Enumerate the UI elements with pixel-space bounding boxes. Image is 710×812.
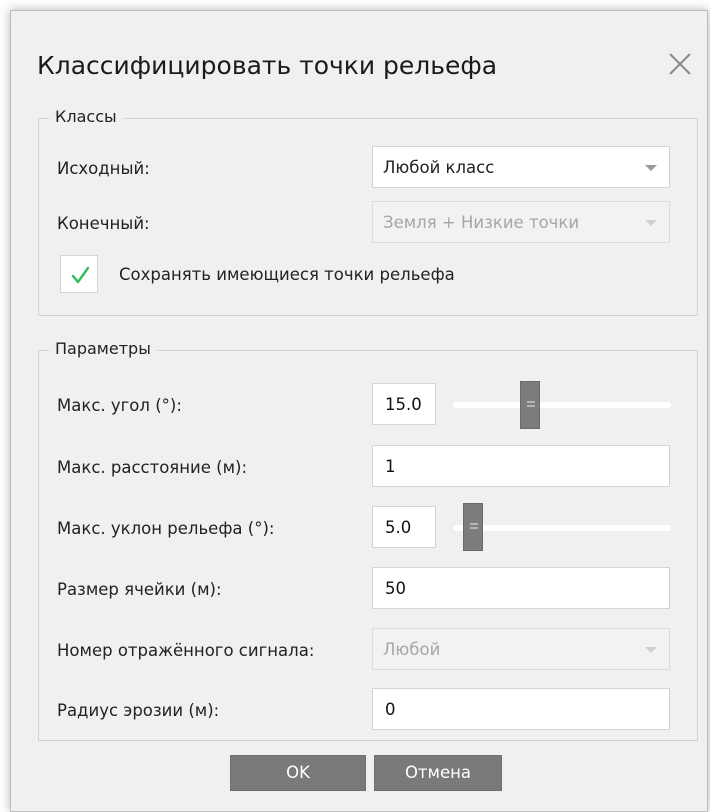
cell-size-value: 50 <box>385 579 406 598</box>
params-group-caption: Параметры <box>49 339 157 358</box>
cancel-button[interactable]: Отмена <box>374 755 502 791</box>
keep-existing-label[interactable]: Сохранять имеющиеся точки рельефа <box>119 265 455 284</box>
max-distance-input[interactable]: 1 <box>372 445 670 487</box>
source-class-select[interactable]: Любой класс <box>372 146 670 188</box>
max-slope-label: Макс. уклон рельефа (°): <box>57 519 275 538</box>
erosion-radius-label: Радиус эрозии (м): <box>57 701 220 720</box>
params-group: Параметры Макс. угол (°): 15.0 Макс. рас… <box>38 339 698 741</box>
screenshot-frame: Классифицировать точки рельефа Классы Ис… <box>0 0 710 812</box>
dialog-title: Классифицировать точки рельефа <box>37 51 498 80</box>
max-angle-slider-thumb[interactable] <box>520 381 541 429</box>
source-class-value: Любой класс <box>383 158 495 177</box>
cell-size-input[interactable]: 50 <box>372 567 670 609</box>
return-number-select: Любой <box>372 628 670 670</box>
return-number-value: Любой <box>383 640 441 659</box>
max-slope-input[interactable]: 5.0 <box>372 506 436 548</box>
erosion-radius-input[interactable]: 0 <box>372 688 670 730</box>
keep-existing-checkbox[interactable] <box>60 255 98 293</box>
classes-group: Классы Исходный: Любой класс Конечный: З… <box>38 107 698 316</box>
chevron-down-icon <box>645 165 657 171</box>
chevron-down-icon <box>645 220 657 226</box>
ok-button[interactable]: OK <box>230 755 366 791</box>
max-slope-slider-thumb[interactable] <box>462 503 483 551</box>
max-slope-value: 5.0 <box>385 518 412 537</box>
erosion-radius-value: 0 <box>385 700 396 719</box>
classes-group-caption: Классы <box>49 107 123 126</box>
max-angle-value: 15.0 <box>385 395 422 414</box>
return-number-label: Номер отражённого сигнала: <box>57 641 315 660</box>
max-slope-slider-track[interactable] <box>453 525 671 531</box>
max-distance-value: 1 <box>385 457 396 476</box>
max-angle-input[interactable]: 15.0 <box>372 383 436 425</box>
target-class-select: Земля + Низкие точки <box>372 201 670 243</box>
classify-ground-dialog: Классифицировать точки рельефа Классы Ис… <box>10 10 708 812</box>
slider-grip-icon <box>469 523 478 525</box>
slider-grip-icon <box>527 401 536 403</box>
target-class-label: Конечный: <box>57 214 150 233</box>
source-class-label: Исходный: <box>57 159 150 178</box>
cell-size-label: Размер ячейки (м): <box>57 580 222 599</box>
check-icon <box>71 266 90 284</box>
close-icon[interactable] <box>665 49 695 79</box>
target-class-value: Земля + Низкие точки <box>383 213 580 232</box>
max-angle-label: Макс. угол (°): <box>57 396 182 415</box>
max-distance-label: Макс. расстояние (м): <box>57 458 248 477</box>
max-angle-slider-track[interactable] <box>453 402 671 408</box>
chevron-down-icon <box>645 647 657 653</box>
